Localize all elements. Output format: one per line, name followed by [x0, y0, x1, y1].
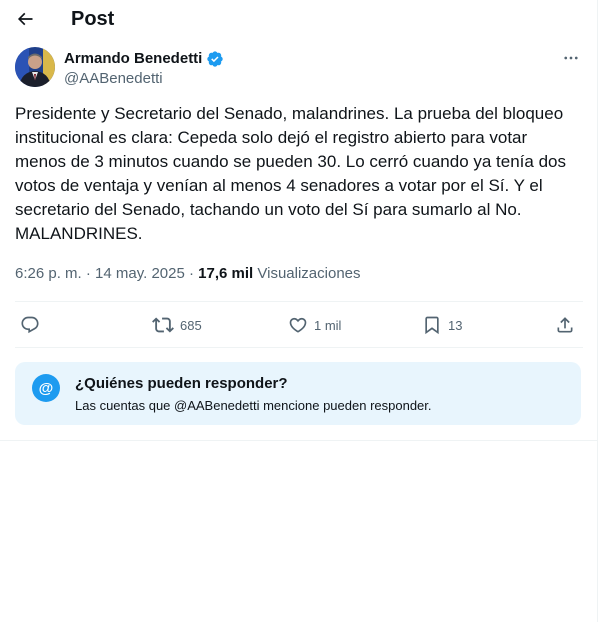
- section-divider: [0, 440, 598, 441]
- retweet-button[interactable]: 685: [152, 313, 202, 337]
- bookmark-icon: [425, 316, 439, 335]
- post-header: Post: [0, 0, 598, 38]
- bookmark-count: 13: [448, 317, 463, 333]
- meta-separator: ·: [85, 265, 91, 282]
- heart-icon: [289, 317, 307, 333]
- page-title: Post: [71, 8, 115, 30]
- tweet-date[interactable]: 14 may. 2025: [95, 265, 185, 282]
- avatar-image: [15, 47, 55, 87]
- divider-bottom: [15, 347, 583, 348]
- more-options-button[interactable]: [558, 48, 584, 68]
- back-button[interactable]: [10, 4, 40, 34]
- reply-restriction-card: @ ¿Quiénes pueden responder? Las cuentas…: [15, 362, 581, 425]
- tweet-time[interactable]: 6:26 p. m.: [15, 265, 82, 282]
- retweet-icon: [152, 317, 174, 333]
- like-count: 1 mil: [314, 317, 342, 333]
- arrow-left-icon: [17, 12, 33, 26]
- meta-separator-2: ·: [189, 265, 194, 282]
- author-avatar[interactable]: [15, 47, 55, 87]
- tweet-text: Presidente y Secretario del Senado, mala…: [15, 104, 566, 243]
- views-count[interactable]: 17,6 mil: [198, 265, 253, 282]
- like-button[interactable]: 1 mil: [288, 313, 341, 337]
- views-label[interactable]: Visualizaciones: [257, 265, 360, 282]
- reply-restriction-title: ¿Quiénes pueden responder?: [75, 375, 288, 392]
- reply-restriction-subtitle: Las cuentas que @AABenedetti mencione pu…: [75, 398, 432, 413]
- verified-badge-icon: [207, 50, 224, 67]
- bookmark-button[interactable]: 13: [422, 313, 462, 337]
- at-icon: @: [32, 374, 60, 402]
- author-name-row[interactable]: Armando Benedetti: [64, 49, 224, 68]
- author-handle[interactable]: @AABenedetti: [64, 69, 163, 88]
- post-column: Post Armando Benedetti @AABenedetti Pres…: [0, 0, 598, 622]
- reply-button[interactable]: [20, 313, 46, 337]
- more-horizontal-icon: [564, 56, 578, 60]
- share-icon: [557, 317, 573, 333]
- author-name[interactable]: Armando Benedetti: [64, 49, 202, 68]
- share-button[interactable]: [555, 313, 575, 337]
- reply-icon: [21, 316, 39, 334]
- tweet-meta: 6:26 p. m. · 14 may. 2025 · 17,6 mil Vis…: [15, 264, 361, 283]
- retweet-count: 685: [180, 317, 202, 333]
- divider-top: [15, 301, 583, 302]
